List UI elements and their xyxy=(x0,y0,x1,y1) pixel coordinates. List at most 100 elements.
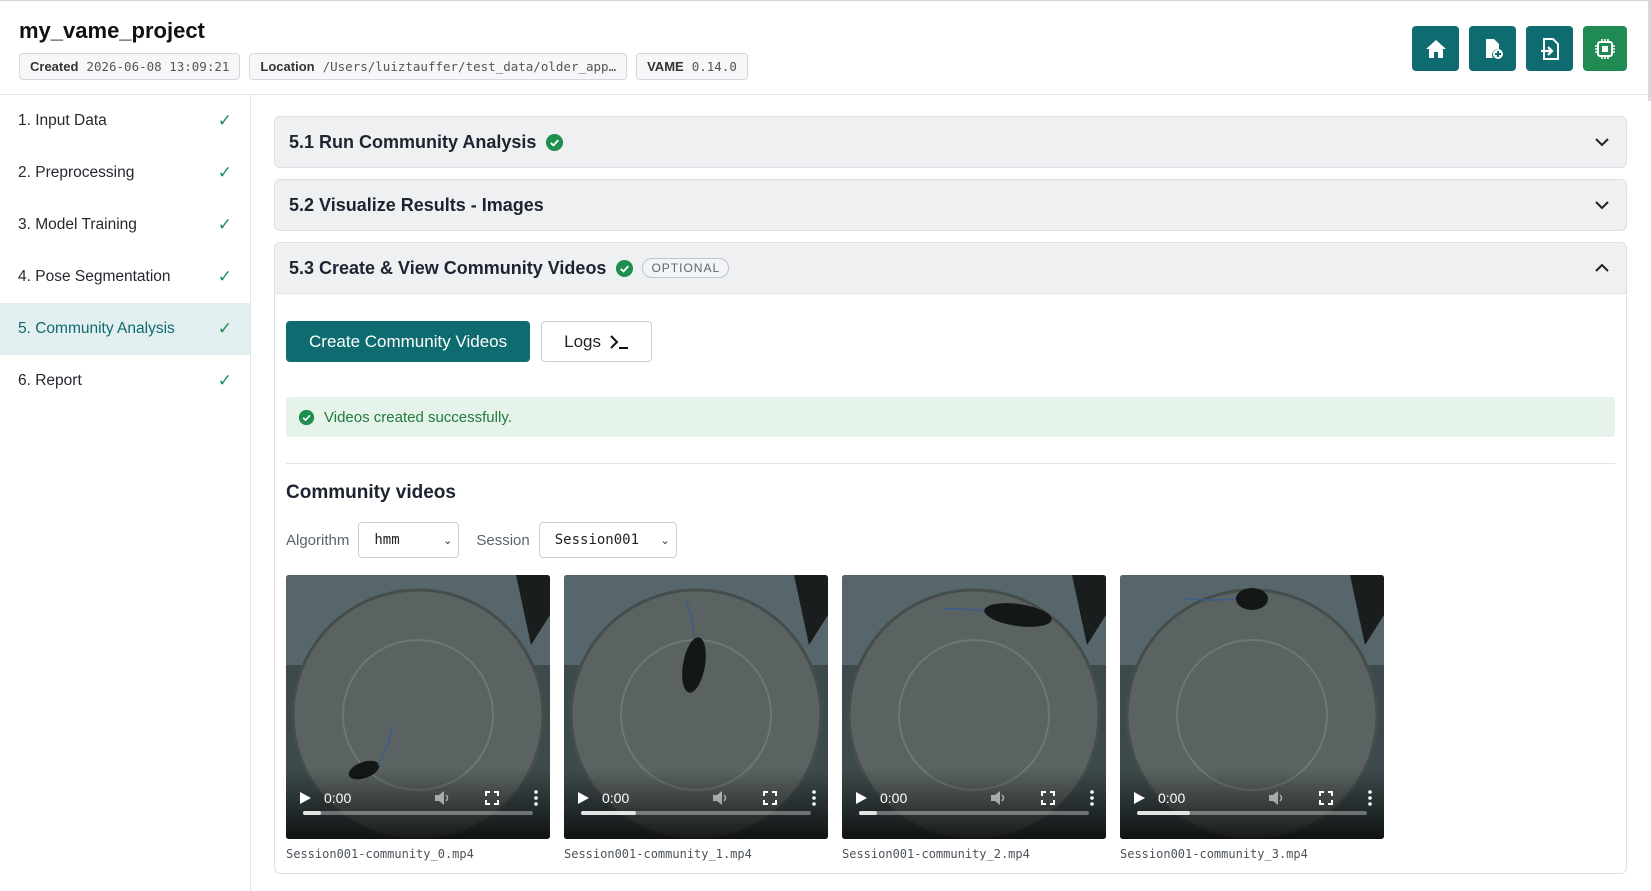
check-icon: ✓ xyxy=(217,111,232,130)
check-icon: ✓ xyxy=(217,371,232,390)
video-progress-fill xyxy=(581,811,637,815)
accordion-header-5-3[interactable]: 5.3 Create & View Community Videos OPTIO… xyxy=(275,243,1626,293)
new-project-button[interactable] xyxy=(1469,26,1516,71)
algorithm-value: hmm xyxy=(374,532,400,548)
video-progress-bar[interactable] xyxy=(303,811,533,815)
created-badge: Created 2026-06-08 13:09:21 xyxy=(19,53,241,80)
sidebar-item-label: 2. Preprocessing xyxy=(18,164,135,181)
create-community-videos-button[interactable]: Create Community Videos xyxy=(286,321,531,362)
check-circle-icon xyxy=(298,409,315,425)
check-circle-icon xyxy=(616,259,634,277)
session-select[interactable]: Session001 ⌄ xyxy=(538,522,677,558)
play-icon[interactable] xyxy=(298,791,312,805)
file-plus-icon xyxy=(1485,38,1503,59)
accordion-header-5-1[interactable]: 5.1 Run Community Analysis xyxy=(275,117,1626,167)
video-card: 0:00 Session001-community_3.mp4 xyxy=(1120,575,1384,861)
video-filters: Algorithm hmm ⌄ Session Session001 ⌄ xyxy=(286,522,1615,558)
video-progress-bar[interactable] xyxy=(859,811,1089,815)
more-options-icon[interactable] xyxy=(534,790,538,806)
location-label: Location xyxy=(260,59,315,74)
sidebar-item-input-data[interactable]: 1. Input Data ✓ xyxy=(0,95,250,147)
video-progress-bar[interactable] xyxy=(581,811,811,815)
success-alert: Videos created successfully. xyxy=(286,397,1615,437)
divider xyxy=(286,463,1615,464)
project-meta: Created 2026-06-08 13:09:21 Location /Us… xyxy=(19,53,748,80)
more-options-icon[interactable] xyxy=(812,790,816,806)
session-value: Session001 xyxy=(554,532,640,548)
volume-icon[interactable] xyxy=(711,789,729,807)
video-player[interactable]: 0:00 xyxy=(564,575,828,839)
video-progress-bar[interactable] xyxy=(1137,811,1367,815)
video-controls: 0:00 xyxy=(564,769,828,839)
video-filename: Session001-community_3.mp4 xyxy=(1120,847,1308,861)
video-filename: Session001-community_2.mp4 xyxy=(842,847,1030,861)
resources-button[interactable] xyxy=(1583,26,1627,71)
check-circle-icon xyxy=(546,133,564,151)
accordion-header-5-2[interactable]: 5.2 Visualize Results - Images xyxy=(275,180,1626,230)
video-progress-fill xyxy=(303,811,322,815)
sidebar-item-label: 3. Model Training xyxy=(18,216,137,233)
algorithm-select[interactable]: hmm ⌄ xyxy=(358,522,460,558)
home-button[interactable] xyxy=(1412,26,1459,71)
accordion-body-5-3: Create Community Videos Logs Videos crea… xyxy=(275,293,1626,873)
terminal-icon xyxy=(610,334,628,349)
action-row: Create Community Videos Logs xyxy=(286,321,1615,362)
section-title: 5.1 Run Community Analysis xyxy=(289,131,537,152)
project-title: my_vame_project xyxy=(19,18,205,43)
video-time: 0:00 xyxy=(880,790,908,806)
optional-badge: OPTIONAL xyxy=(642,258,730,278)
fullscreen-icon[interactable] xyxy=(1041,791,1055,805)
version-value: 0.14.0 xyxy=(691,59,737,74)
sidebar-item-community-analysis[interactable]: 5. Community Analysis ✓ xyxy=(0,303,250,355)
section-visualize-results: 5.2 Visualize Results - Images xyxy=(274,179,1627,231)
header-actions xyxy=(1412,26,1627,71)
home-icon xyxy=(1425,39,1446,58)
fullscreen-icon[interactable] xyxy=(485,791,499,805)
video-player[interactable]: 0:00 xyxy=(286,575,550,839)
more-options-icon[interactable] xyxy=(1090,790,1094,806)
chevron-down-icon xyxy=(1595,201,1609,210)
community-videos-heading: Community videos xyxy=(286,482,456,503)
sidebar: 1. Input Data ✓ 2. Preprocessing ✓ 3. Mo… xyxy=(0,95,251,891)
video-player[interactable]: 0:00 xyxy=(1120,575,1384,839)
created-label: Created xyxy=(30,59,79,74)
logs-button[interactable]: Logs xyxy=(541,321,652,362)
play-icon[interactable] xyxy=(1132,791,1146,805)
play-icon[interactable] xyxy=(576,791,590,805)
video-progress-fill xyxy=(859,811,878,815)
sidebar-item-label: 1. Input Data xyxy=(18,112,107,129)
more-options-icon[interactable] xyxy=(1368,790,1372,806)
fullscreen-icon[interactable] xyxy=(1319,791,1333,805)
load-project-button[interactable] xyxy=(1526,26,1573,71)
success-message: Videos created successfully. xyxy=(324,408,512,426)
sidebar-item-report[interactable]: 6. Report ✓ xyxy=(0,355,250,407)
volume-icon[interactable] xyxy=(433,789,451,807)
fullscreen-icon[interactable] xyxy=(763,791,777,805)
version-label: VAME xyxy=(647,59,684,74)
sidebar-item-label: 5. Community Analysis xyxy=(18,320,175,337)
sidebar-item-model-training[interactable]: 3. Model Training ✓ xyxy=(0,199,250,251)
main-content: 5.1 Run Community Analysis 5.2 Visualize… xyxy=(274,116,1627,885)
play-icon[interactable] xyxy=(854,791,868,805)
location-value: /Users/luiztauffer/test_data/older_app… xyxy=(322,59,617,74)
video-time: 0:00 xyxy=(1158,790,1186,806)
video-filename: Session001-community_0.mp4 xyxy=(286,847,474,861)
session-label: Session xyxy=(476,531,530,549)
sidebar-item-label: 6. Report xyxy=(18,372,82,389)
check-icon: ✓ xyxy=(217,215,232,234)
sidebar-item-pose-segmentation[interactable]: 4. Pose Segmentation ✓ xyxy=(0,251,250,303)
video-grid: 0:00 Session001-community_0.mp4 0:00 Ses… xyxy=(286,575,1615,861)
volume-icon[interactable] xyxy=(1267,789,1285,807)
video-controls: 0:00 xyxy=(286,769,550,839)
video-filename: Session001-community_1.mp4 xyxy=(564,847,752,861)
logs-button-label: Logs xyxy=(564,331,601,351)
location-badge: Location /Users/luiztauffer/test_data/ol… xyxy=(249,53,628,80)
chevron-up-icon xyxy=(1595,263,1609,272)
volume-icon[interactable] xyxy=(989,789,1007,807)
video-progress-fill xyxy=(1137,811,1190,815)
video-time: 0:00 xyxy=(324,790,352,806)
sidebar-item-preprocessing[interactable]: 2. Preprocessing ✓ xyxy=(0,147,250,199)
algorithm-label: Algorithm xyxy=(286,531,350,549)
video-time: 0:00 xyxy=(602,790,630,806)
video-player[interactable]: 0:00 xyxy=(842,575,1106,839)
